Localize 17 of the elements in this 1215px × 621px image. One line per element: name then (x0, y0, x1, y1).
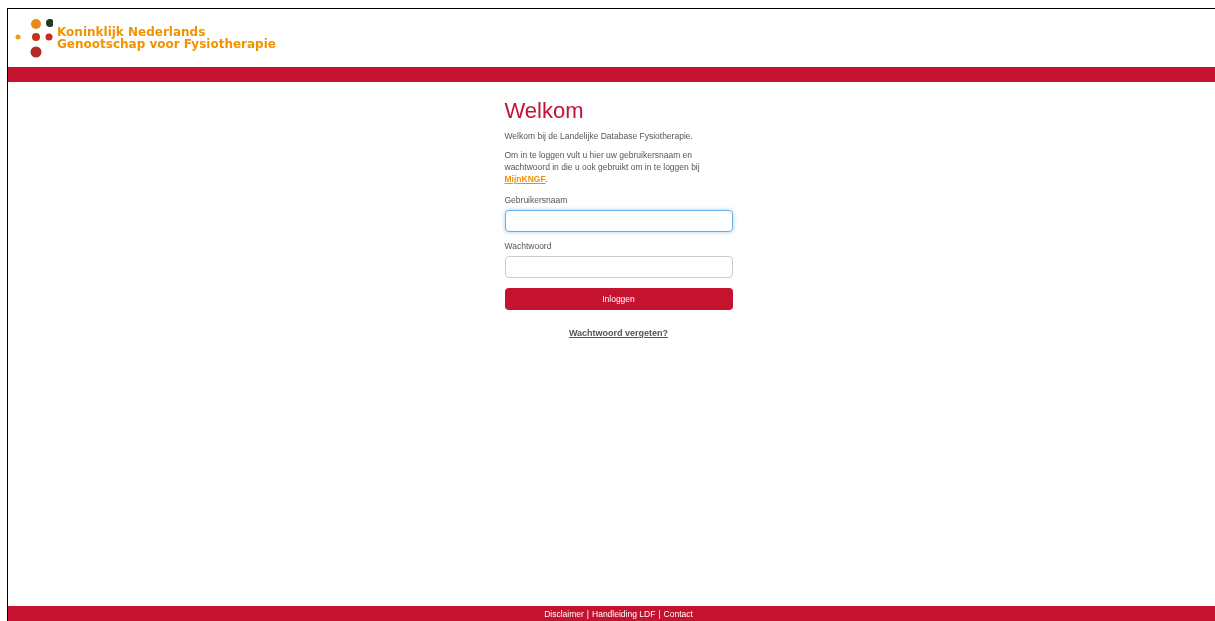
logo-text: Koninklijk Nederlands (57, 26, 206, 38)
forgot-password-link[interactable]: Wachtwoord vergeten? (568, 328, 669, 338)
page-title: Welkom (504, 98, 585, 124)
footer-link[interactable]: Handleiding LDF (592, 608, 656, 619)
input-field[interactable] (504, 210, 733, 232)
footer-link[interactable]: Disclaimer (544, 608, 584, 619)
input-field[interactable] (504, 256, 733, 278)
footer-link[interactable]: Contact (663, 608, 693, 619)
logo-text: Genootschap voor Fysiotherapie (57, 38, 276, 50)
logo-dots-icon (13, 17, 53, 59)
separator-text: | (658, 608, 661, 619)
field-label: Gebruikersnaam (504, 195, 569, 205)
login-button[interactable]: Inloggen (504, 288, 733, 310)
field-label: Wachtwoord (504, 241, 553, 251)
instructions-text: Om in te loggen vult u hier uw gebruikersnaam en wachtwoord in die u ook gebruikt om in te loggen bij MijnKNGF. (504, 149, 701, 185)
intro-text: Welkom bij de Landelijke Database Fysiotherapie. (504, 130, 694, 142)
separator-text: | (586, 608, 589, 619)
